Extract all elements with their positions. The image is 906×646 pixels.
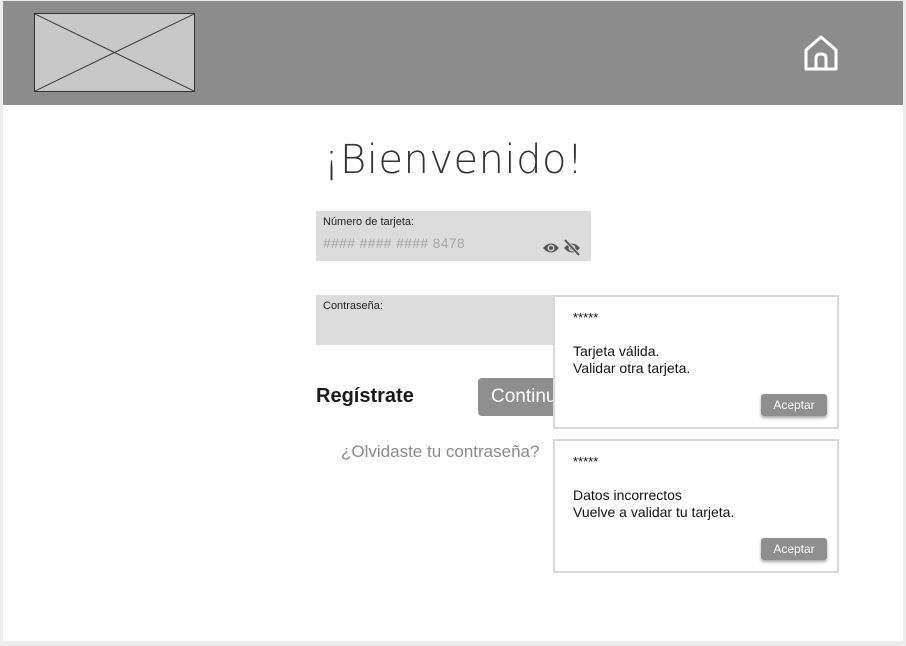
page-title: ¡Bienvenido! bbox=[323, 137, 584, 183]
masked-password-text: ***** bbox=[573, 310, 599, 325]
password-label: Contraseña: bbox=[323, 300, 383, 312]
accept-button[interactable]: Aceptar bbox=[761, 538, 827, 560]
card-number-field[interactable]: Número de tarjeta: #### #### #### 8478 bbox=[316, 211, 591, 261]
dialog-message-line: Validar otra tarjeta. bbox=[573, 360, 691, 376]
eye-icon[interactable] bbox=[542, 241, 560, 255]
password-field[interactable]: Contraseña: bbox=[316, 295, 591, 345]
invalid-data-dialog: ***** Datos incorrectos Vuelve a validar… bbox=[553, 439, 839, 573]
home-icon[interactable] bbox=[802, 33, 840, 73]
card-number-value[interactable]: #### #### #### 8478 bbox=[323, 235, 465, 251]
logo-image-placeholder bbox=[34, 13, 195, 92]
dialog-message-line: Tarjeta válida. bbox=[573, 343, 660, 359]
register-link[interactable]: Regístrate bbox=[316, 385, 414, 408]
forgot-password-link[interactable]: ¿Olvidaste tu contraseña? bbox=[341, 442, 539, 462]
header-bar bbox=[3, 1, 903, 105]
accept-button[interactable]: Aceptar bbox=[761, 394, 827, 416]
app-frame: ¡Bienvenido! Número de tarjeta: #### ###… bbox=[3, 1, 903, 641]
dialog-message-line: Vuelve a validar tu tarjeta. bbox=[573, 504, 735, 520]
valid-card-dialog: ***** Tarjeta válida. Validar otra tarje… bbox=[553, 295, 839, 429]
eye-off-icon[interactable] bbox=[563, 238, 581, 256]
placeholder-cross-icon bbox=[35, 14, 194, 91]
masked-password-text: ***** bbox=[573, 454, 599, 469]
card-number-label: Número de tarjeta: bbox=[323, 216, 415, 228]
dialog-message-line: Datos incorrectos bbox=[573, 487, 682, 503]
